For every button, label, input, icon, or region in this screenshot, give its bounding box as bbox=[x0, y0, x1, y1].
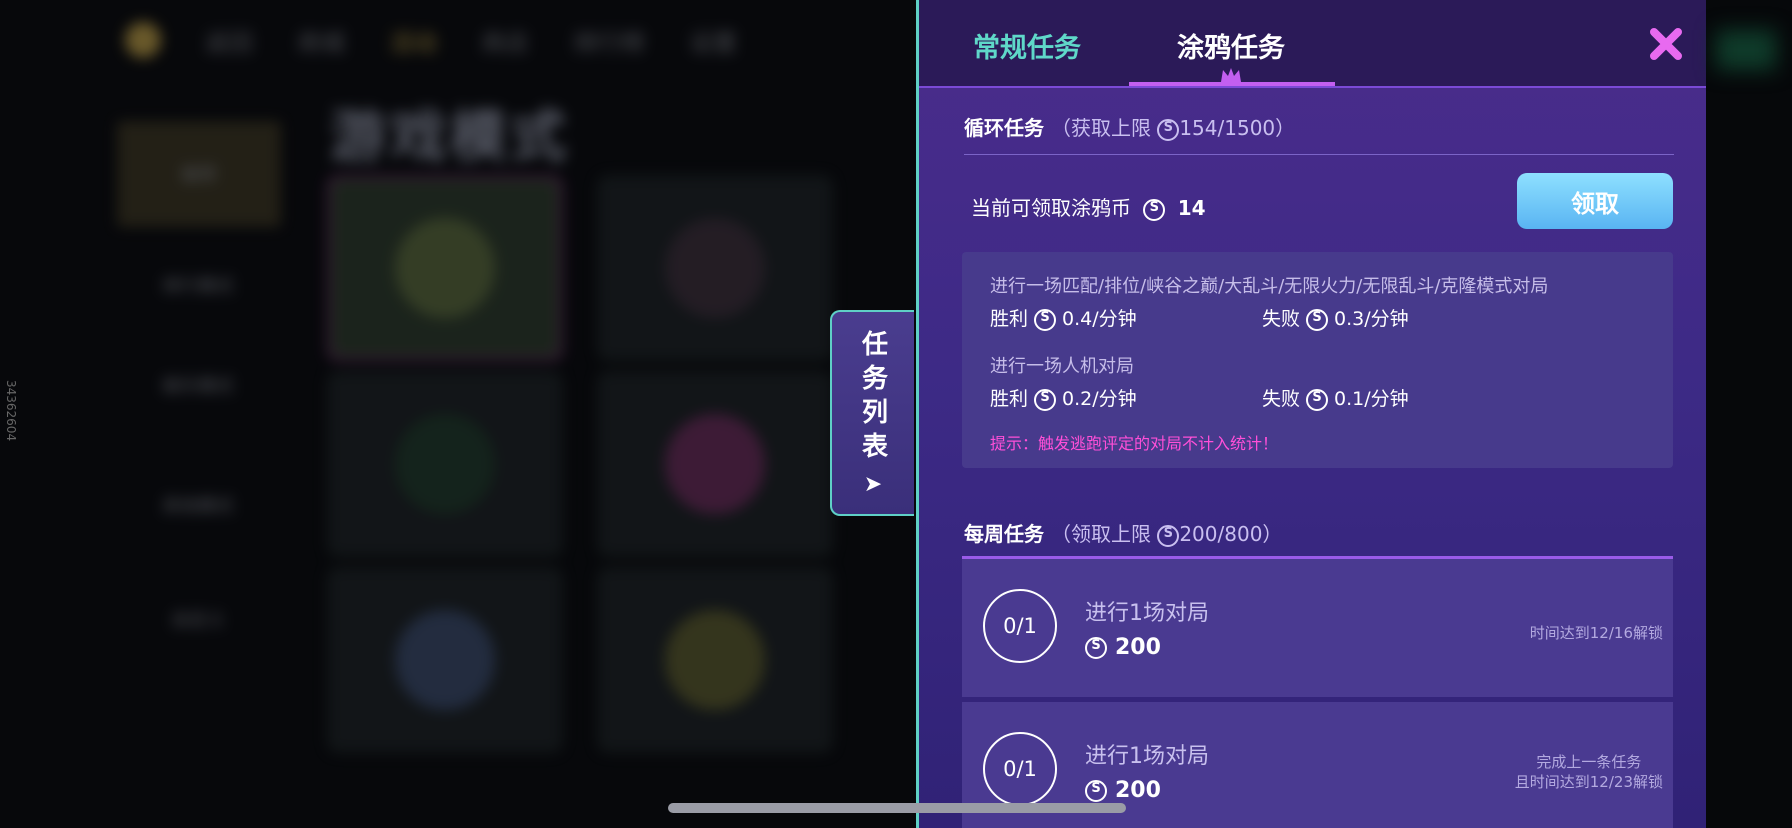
task-status-line: 且时间达到12/23解锁 bbox=[1514, 773, 1663, 791]
arrow-right-icon: ➤ bbox=[863, 471, 883, 497]
background-mode-card bbox=[598, 372, 832, 556]
task-reward-value: 200 bbox=[1115, 778, 1161, 803]
home-indicator[interactable] bbox=[668, 803, 1126, 813]
tab-graffiti-tasks[interactable]: 涂鸦任务 bbox=[1177, 26, 1285, 65]
background-mode-card bbox=[328, 372, 562, 556]
graffiti-coin-icon bbox=[1085, 637, 1107, 659]
task-status-line: 时间达到12/16解锁 bbox=[1529, 624, 1663, 642]
win-rate: 胜利 0.2/分钟 bbox=[990, 384, 1137, 411]
background-mode-card bbox=[328, 176, 562, 360]
task-reward: 200 bbox=[1085, 635, 1161, 660]
task-reward-value: 200 bbox=[1115, 635, 1161, 660]
graffiti-coin-icon bbox=[1157, 118, 1180, 141]
graffiti-coin-icon bbox=[1306, 308, 1329, 331]
background-game-ui: 返回 商城 活动 商店 排行榜 设置 游戏模式 推荐 排行模式 娱乐模式 其他模… bbox=[0, 0, 918, 828]
background-sidebar-item: 其他模式 bbox=[162, 496, 234, 517]
cycle-tasks-title: 循环任务 （获取上限 154/1500） bbox=[964, 112, 1295, 141]
task-list-tab[interactable]: 任务列表 ➤ bbox=[830, 310, 914, 516]
graffiti-coin-icon bbox=[1034, 308, 1057, 331]
background-title: 游戏模式 bbox=[330, 105, 570, 170]
win-rate-value: 0.4/分钟 bbox=[1062, 308, 1137, 330]
background-nav: 返回 商城 活动 商店 排行榜 设置 bbox=[125, 22, 737, 58]
cycle-rules: 进行一场匹配/排位/峡谷之巅/大乱斗/无限火力/无限乱斗/克隆模式对局 胜利 0.… bbox=[962, 252, 1673, 468]
lose-rate-value: 0.3/分钟 bbox=[1334, 308, 1409, 330]
weekly-limit-value: 200/800 bbox=[1179, 522, 1263, 546]
task-list-tab-label: 任务列表 bbox=[857, 329, 888, 466]
weekly-tasks-title: 每周任务 （领取上限 200/800） bbox=[964, 518, 1282, 547]
active-tab-underline bbox=[1129, 82, 1335, 86]
background-mode-card bbox=[598, 568, 832, 752]
task-progress-ring: 0/1 bbox=[983, 589, 1057, 663]
cycle-limit-value: 154/1500 bbox=[1179, 116, 1276, 140]
task-reward: 200 bbox=[1085, 778, 1161, 803]
graffiti-coin-icon bbox=[1034, 388, 1057, 411]
task-panel: 常规任务 涂鸦任务 循环任务 （获取上限 154/1500） 当前可领取涂鸦币 … bbox=[916, 0, 1706, 828]
claimable-value: 14 bbox=[1177, 196, 1206, 220]
lose-label: 失败 bbox=[1262, 388, 1301, 410]
win-rate-value: 0.2/分钟 bbox=[1062, 388, 1137, 410]
task-status-line: 完成上一条任务 bbox=[1536, 753, 1642, 771]
win-label: 胜利 bbox=[990, 388, 1029, 410]
background-nav-item: 活动 bbox=[389, 28, 437, 57]
background-nav-item: 商店 bbox=[481, 28, 529, 57]
task-tabs: 常规任务 涂鸦任务 bbox=[919, 0, 1706, 88]
task-status: 完成上一条任务 且时间达到12/23解锁 bbox=[1515, 752, 1663, 792]
cycle-limit-label: 获取上限 bbox=[1070, 116, 1151, 140]
graffiti-coin-icon bbox=[1306, 388, 1329, 411]
background-sidebar-item: 排行模式 bbox=[162, 276, 234, 297]
lose-rate: 失败 0.1/分钟 bbox=[1262, 384, 1409, 411]
rule-text: 进行一场匹配/排位/峡谷之巅/大乱斗/无限火力/无限乱斗/克隆模式对局 bbox=[990, 276, 1549, 297]
background-mode-card bbox=[598, 176, 832, 360]
win-label: 胜利 bbox=[990, 308, 1029, 330]
close-icon[interactable] bbox=[1646, 24, 1686, 64]
divider bbox=[964, 154, 1674, 155]
lose-rate: 失败 0.3/分钟 bbox=[1262, 304, 1409, 331]
task-status: 时间达到12/16解锁 bbox=[1530, 623, 1663, 643]
lose-rate-value: 0.1/分钟 bbox=[1334, 388, 1409, 410]
win-rate: 胜利 0.4/分钟 bbox=[990, 304, 1137, 331]
task-progress-ring: 0/1 bbox=[983, 732, 1057, 806]
tip-text: 提示：触发逃跑评定的对局不计入统计！ bbox=[990, 434, 1279, 453]
cycle-tasks-label: 循环任务 bbox=[964, 116, 1044, 140]
claim-button[interactable]: 领取 bbox=[1517, 173, 1673, 229]
task-name: 进行1场对局 bbox=[1085, 601, 1209, 626]
task-name: 进行1场对局 bbox=[1085, 744, 1209, 769]
weekly-limit: （领取上限 200/800） bbox=[1051, 522, 1282, 547]
graffiti-coin-icon bbox=[1143, 198, 1166, 221]
tab-normal-tasks[interactable]: 常规任务 bbox=[973, 26, 1081, 65]
graffiti-coin-icon bbox=[1157, 524, 1180, 547]
graffiti-coin-icon bbox=[1085, 780, 1107, 802]
background-nav-item: 设置 bbox=[689, 28, 737, 57]
background-right-edge bbox=[1706, 0, 1792, 828]
side-watermark: 34362604 bbox=[4, 380, 18, 442]
lose-label: 失败 bbox=[1262, 308, 1301, 330]
weekly-limit-label: 领取上限 bbox=[1070, 522, 1151, 546]
claimable-coins: 当前可领取涂鸦币 14 bbox=[971, 192, 1206, 221]
cycle-limit: （获取上限 154/1500） bbox=[1051, 116, 1295, 141]
background-nav-item: 商城 bbox=[297, 28, 345, 57]
background-sidebar-item: 娱乐模式 bbox=[162, 376, 234, 397]
background-sidebar-item: 推荐 bbox=[118, 122, 280, 226]
background-nav-item: 排行榜 bbox=[573, 28, 645, 57]
claimable-label: 当前可领取涂鸦币 bbox=[971, 196, 1131, 220]
weekly-task-card: 0/1 进行1场对局 200 时间达到12/16解锁 bbox=[962, 556, 1673, 697]
rule-text: 进行一场人机对局 bbox=[990, 356, 1134, 377]
game-logo bbox=[125, 22, 161, 58]
background-sidebar-item: 自定义 bbox=[171, 610, 225, 631]
weekly-tasks-label: 每周任务 bbox=[964, 522, 1044, 546]
background-nav-item: 返回 bbox=[205, 28, 253, 57]
background-mode-card bbox=[328, 568, 562, 752]
